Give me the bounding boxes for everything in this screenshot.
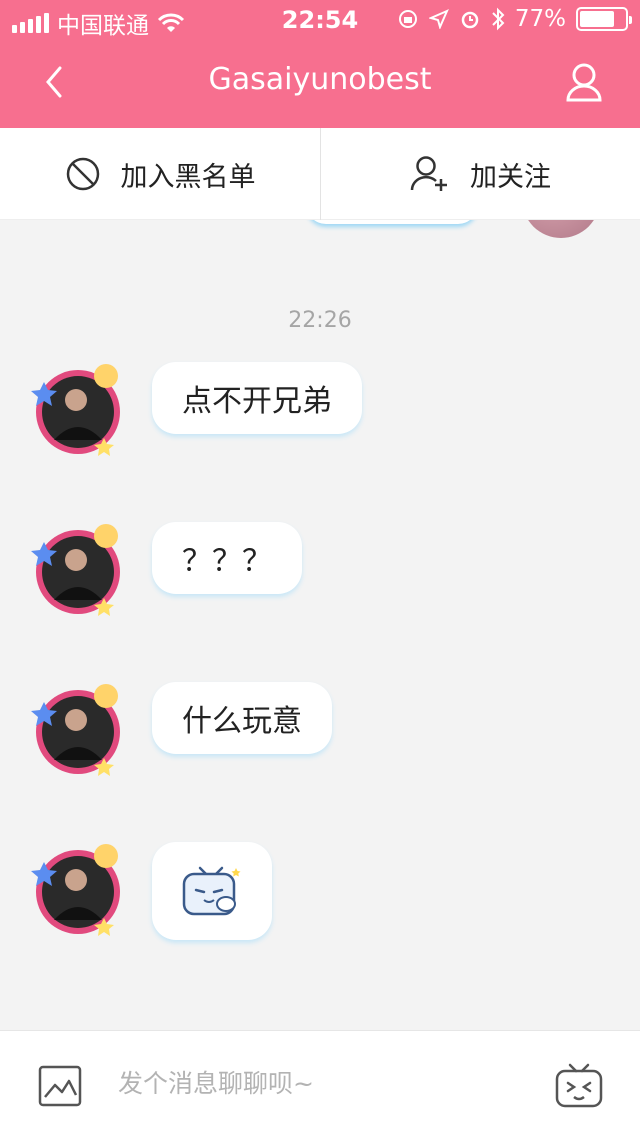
self-avatar[interactable] bbox=[522, 220, 600, 238]
message-bubble[interactable]: 点不开兄弟 bbox=[152, 362, 362, 434]
follow-label: 加关注 bbox=[470, 161, 551, 193]
chat-message: ？？？ bbox=[30, 522, 590, 622]
bluetooth-icon bbox=[492, 7, 505, 31]
rotation-lock-icon bbox=[398, 10, 417, 28]
tv-mascot-sticker-icon bbox=[182, 866, 241, 916]
add-user-icon bbox=[410, 156, 447, 191]
previous-message-bubble bbox=[306, 220, 478, 224]
user-profile-icon[interactable] bbox=[564, 62, 604, 102]
battery-icon bbox=[576, 7, 632, 31]
image-picker-icon[interactable] bbox=[38, 1065, 82, 1107]
contact-avatar[interactable] bbox=[30, 522, 126, 618]
add-to-blacklist-button[interactable]: 加入黑名单 bbox=[0, 128, 320, 220]
message-text: ？？？ bbox=[182, 544, 272, 579]
header: 中国联通 22:54 77% Gasaiyunobest bbox=[0, 0, 640, 128]
message-input-bar bbox=[0, 1030, 640, 1136]
message-text: 点不开兄弟 bbox=[182, 384, 332, 419]
message-timestamp: 22:26 bbox=[288, 308, 352, 333]
message-bubble[interactable]: 什么玩意 bbox=[152, 682, 332, 754]
contact-avatar[interactable] bbox=[30, 682, 126, 778]
contact-avatar[interactable] bbox=[30, 362, 126, 458]
blacklist-label: 加入黑名单 bbox=[120, 161, 256, 193]
follow-button[interactable]: 加关注 bbox=[320, 128, 640, 220]
message-input[interactable] bbox=[118, 1059, 518, 1107]
alarm-icon bbox=[461, 11, 479, 29]
message-text: 什么玩意 bbox=[182, 704, 302, 739]
emoji-picker-icon[interactable] bbox=[554, 1061, 604, 1109]
chat-message: 点不开兄弟 bbox=[30, 362, 590, 462]
chat-message: 什么玩意 bbox=[30, 682, 590, 782]
battery-percent: 77% bbox=[514, 6, 566, 32]
page-title: Gasaiyunobest bbox=[208, 62, 432, 97]
block-icon bbox=[66, 157, 99, 191]
message-bubble[interactable]: ？？？ bbox=[152, 522, 302, 594]
chat-area[interactable]: 22:26 点不开兄弟 ？？？ 什么玩意 bbox=[0, 220, 640, 1030]
location-icon bbox=[428, 9, 449, 29]
contact-avatar[interactable] bbox=[30, 842, 126, 938]
sticker-bubble[interactable] bbox=[152, 842, 272, 940]
status-bar: 中国联通 22:54 77% bbox=[0, 0, 640, 40]
chat-message bbox=[30, 842, 590, 952]
battery-fill bbox=[580, 11, 614, 27]
action-bar: 加入黑名单 加关注 bbox=[0, 128, 640, 220]
